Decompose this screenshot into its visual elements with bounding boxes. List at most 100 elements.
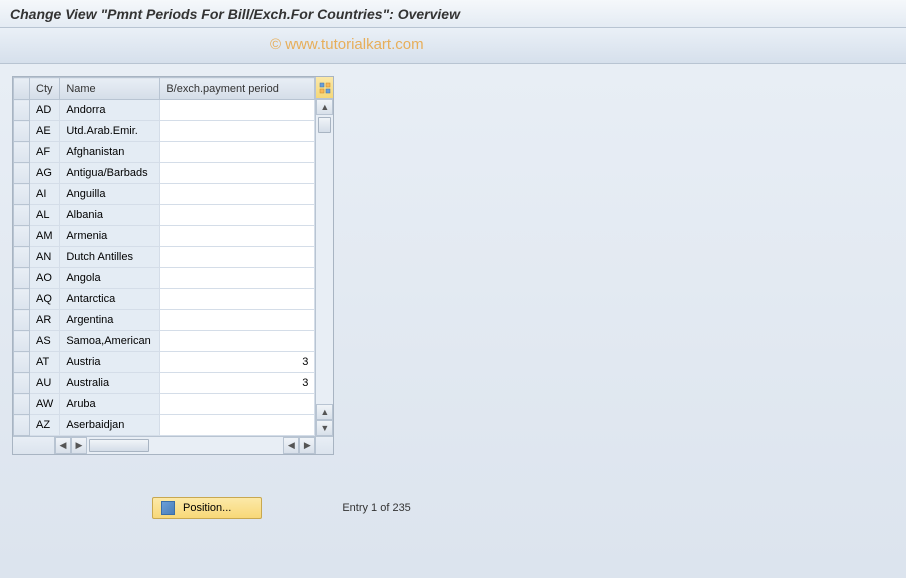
vertical-scrollbar[interactable]: ▲ ▲ ▼ [315,77,333,436]
table-row[interactable]: AE Utd.Arab.Emir. [14,121,315,142]
row-selector[interactable] [14,226,30,247]
cell-cty[interactable]: AO [30,268,60,289]
scroll-left2-button[interactable]: ◀ [283,437,299,454]
cell-cty[interactable]: AT [30,352,60,373]
row-selector[interactable] [14,142,30,163]
column-header-period[interactable]: B/exch.payment period [160,78,315,100]
cell-period[interactable] [160,205,315,226]
table-row[interactable]: AO Angola [14,268,315,289]
cell-period[interactable] [160,247,315,268]
row-selector[interactable] [14,331,30,352]
horizontal-scrollbar[interactable]: ◀ ▶ ◀ ▶ [13,436,333,454]
cell-period[interactable] [160,121,315,142]
row-selector[interactable] [14,247,30,268]
hscroll-track[interactable] [87,437,283,454]
row-selector[interactable] [14,352,30,373]
cell-cty[interactable]: AE [30,121,60,142]
cell-cty[interactable]: AS [30,331,60,352]
table-row[interactable]: AT Austria 3 [14,352,315,373]
table-row[interactable]: AZ Aserbaidjan [14,415,315,436]
row-selector[interactable] [14,163,30,184]
cell-name[interactable]: Dutch Antilles [60,247,160,268]
table-row[interactable]: AM Armenia [14,226,315,247]
cell-cty[interactable]: AQ [30,289,60,310]
cell-cty[interactable]: AR [30,310,60,331]
scroll-right2-button[interactable]: ▶ [299,437,315,454]
cell-period[interactable]: 3 [160,352,315,373]
data-table[interactable]: Cty Name B/exch.payment period AD Andorr… [13,77,315,436]
cell-cty[interactable]: AU [30,373,60,394]
cell-period[interactable] [160,100,315,121]
cell-period[interactable] [160,226,315,247]
table-row[interactable]: AQ Antarctica [14,289,315,310]
cell-period[interactable] [160,142,315,163]
cell-cty[interactable]: AL [30,205,60,226]
row-selector[interactable] [14,121,30,142]
cell-name[interactable]: Albania [60,205,160,226]
cell-name[interactable]: Angola [60,268,160,289]
table-row[interactable]: AD Andorra [14,100,315,121]
cell-name[interactable]: Argentina [60,310,160,331]
table-row[interactable]: AU Australia 3 [14,373,315,394]
table-row[interactable]: AR Argentina [14,310,315,331]
cell-period[interactable] [160,310,315,331]
table-row[interactable]: AN Dutch Antilles [14,247,315,268]
cell-name[interactable]: Armenia [60,226,160,247]
row-selector[interactable] [14,373,30,394]
table-row[interactable]: AW Aruba [14,394,315,415]
scroll-bottom-button[interactable]: ▼ [316,420,333,436]
table-row[interactable]: AS Samoa,American [14,331,315,352]
cell-cty[interactable]: AF [30,142,60,163]
cell-period[interactable] [160,289,315,310]
cell-period[interactable] [160,184,315,205]
cell-cty[interactable]: AI [30,184,60,205]
cell-name[interactable]: Aserbaidjan [60,415,160,436]
row-selector[interactable] [14,184,30,205]
scroll-right-button[interactable]: ▶ [71,437,87,454]
column-header-name[interactable]: Name [60,78,160,100]
cell-cty[interactable]: AM [30,226,60,247]
table-row[interactable]: AG Antigua/Barbads [14,163,315,184]
cell-period[interactable] [160,394,315,415]
cell-name[interactable]: Utd.Arab.Emir. [60,121,160,142]
vscroll-thumb[interactable] [318,117,331,133]
select-all-header[interactable] [14,78,30,100]
cell-cty[interactable]: AG [30,163,60,184]
cell-period[interactable] [160,415,315,436]
row-selector[interactable] [14,100,30,121]
cell-name[interactable]: Australia [60,373,160,394]
cell-name[interactable]: Samoa,American [60,331,160,352]
row-selector[interactable] [14,415,30,436]
cell-name[interactable]: Anguilla [60,184,160,205]
row-selector[interactable] [14,268,30,289]
scroll-up-button[interactable]: ▲ [316,99,333,115]
cell-cty[interactable]: AD [30,100,60,121]
cell-name[interactable]: Austria [60,352,160,373]
table-config-button[interactable] [316,77,333,99]
cell-period[interactable]: 3 [160,373,315,394]
cell-name[interactable]: Antigua/Barbads [60,163,160,184]
cell-period[interactable] [160,331,315,352]
position-button[interactable]: Position... [152,497,262,519]
table-row[interactable]: AF Afghanistan [14,142,315,163]
table-row[interactable]: AI Anguilla [14,184,315,205]
cell-period[interactable] [160,163,315,184]
scroll-left-button[interactable]: ◀ [55,437,71,454]
row-selector[interactable] [14,289,30,310]
vscroll-track[interactable] [316,115,333,404]
cell-name[interactable]: Afghanistan [60,142,160,163]
row-selector[interactable] [14,205,30,226]
cell-period[interactable] [160,268,315,289]
cell-cty[interactable]: AZ [30,415,60,436]
cell-cty[interactable]: AW [30,394,60,415]
cell-name[interactable]: Andorra [60,100,160,121]
cell-name[interactable]: Antarctica [60,289,160,310]
cell-cty[interactable]: AN [30,247,60,268]
row-selector[interactable] [14,394,30,415]
column-header-cty[interactable]: Cty [30,78,60,100]
cell-name[interactable]: Aruba [60,394,160,415]
hscroll-thumb[interactable] [89,439,149,452]
table-row[interactable]: AL Albania [14,205,315,226]
scroll-down-button[interactable]: ▲ [316,404,333,420]
row-selector[interactable] [14,310,30,331]
